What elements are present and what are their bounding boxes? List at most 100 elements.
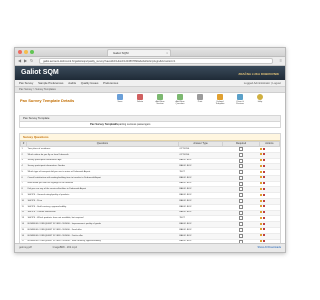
required-checkbox[interactable] <box>238 199 243 204</box>
delete-icon[interactable] <box>263 164 266 167</box>
app-header: Galiot SQM ZRAČNA LUKA DUBROVNIK <box>15 66 285 80</box>
edit-icon[interactable] <box>260 211 263 214</box>
reload-icon[interactable]: ↻ <box>30 58 33 64</box>
edit-icon[interactable] <box>260 199 263 202</box>
required-checkbox[interactable] <box>238 227 243 232</box>
edit-icon[interactable] <box>260 176 263 179</box>
delete-icon[interactable] <box>263 193 266 196</box>
add-question-button[interactable]: Add New Question <box>173 94 187 105</box>
delete-icon[interactable] <box>263 216 266 219</box>
menu-item-preferences[interactable]: Preferences <box>103 80 118 86</box>
required-checkbox[interactable] <box>238 147 243 151</box>
print-button[interactable]: Print <box>193 94 207 103</box>
save-icon <box>117 94 123 100</box>
menu-item-quality-issues[interactable]: Quality Issues <box>81 80 99 86</box>
edit-icon[interactable] <box>260 228 263 231</box>
delete-icon[interactable] <box>263 147 266 150</box>
minimize-window-icon[interactable] <box>24 50 28 54</box>
required-checkbox[interactable] <box>238 222 243 227</box>
back-icon[interactable]: ◀ <box>18 58 21 64</box>
template-name-label: Pax Survey Template: <box>90 123 117 126</box>
edit-icon[interactable] <box>260 147 263 150</box>
delete-icon[interactable] <box>263 205 266 208</box>
download-item[interactable]: getmsg.pdf <box>19 246 32 249</box>
edit-icon[interactable] <box>260 164 263 167</box>
help-button[interactable]: Help <box>253 94 267 103</box>
required-checkbox[interactable] <box>238 170 243 175</box>
edit-icon[interactable] <box>260 187 263 190</box>
tab-strip: Galiot SQM × <box>15 48 285 57</box>
edit-icon[interactable] <box>260 170 263 173</box>
delete-icon[interactable] <box>263 199 266 202</box>
delete-icon[interactable] <box>263 211 266 214</box>
edit-icon[interactable] <box>260 205 263 208</box>
required-checkbox[interactable] <box>238 216 243 221</box>
required-checkbox[interactable] <box>238 158 243 163</box>
browser-tab[interactable]: Galiot SQM × <box>107 49 171 56</box>
menu-icon[interactable]: ≡ <box>280 58 282 64</box>
template-name-value: Departing success passengers <box>115 123 151 126</box>
delete-button[interactable]: Delete <box>133 94 147 103</box>
menu-item-audits[interactable]: Audits <box>68 80 76 86</box>
preview-icon <box>237 94 243 100</box>
delete-icon[interactable] <box>263 240 266 242</box>
required-checkbox[interactable] <box>238 187 243 192</box>
delete-icon[interactable] <box>263 187 266 190</box>
upload-icon <box>217 94 223 100</box>
survey-questions-header: Survey Questions <box>20 134 280 141</box>
help-icon <box>257 94 263 100</box>
organization-name: ZRAČNA LUKA DUBROVNIK <box>238 72 279 76</box>
required-checkbox[interactable] <box>238 152 243 157</box>
edit-icon[interactable] <box>260 222 263 225</box>
close-window-icon[interactable] <box>18 50 22 54</box>
forward-icon[interactable]: ▶ <box>24 58 27 64</box>
save-button[interactable]: Save <box>113 94 127 103</box>
delete-icon[interactable] <box>263 153 266 156</box>
close-tab-icon[interactable]: × <box>166 50 168 56</box>
menu-item-pax-survey[interactable]: Pax Survey <box>19 80 33 86</box>
edit-icon[interactable] <box>260 240 263 242</box>
add-section-button[interactable]: Add New Section <box>153 94 167 105</box>
required-checkbox[interactable] <box>238 210 243 215</box>
required-checkbox[interactable] <box>238 193 243 198</box>
delete-icon[interactable] <box>263 176 266 179</box>
questions-table-body: 1 Your place of residence OPTIONS 2 Which ai… <box>20 146 280 252</box>
delete-icon[interactable] <box>263 228 266 231</box>
menu-item-sample-preferences[interactable]: Sample Preferences <box>38 80 63 86</box>
upload-template-button[interactable]: Upload Template <box>213 94 227 105</box>
edit-icon[interactable] <box>260 159 263 162</box>
download-item[interactable]: ImageBRF...202.mp4 <box>53 246 77 249</box>
add-question-icon <box>177 94 183 100</box>
edit-icon[interactable] <box>260 234 263 237</box>
survey-questions-section: Survey Questions # Questions Answer Type… <box>19 133 281 252</box>
print-icon <box>197 94 203 100</box>
delete-icon[interactable] <box>263 159 266 162</box>
show-all-downloads-link[interactable]: Show All Downloads <box>257 244 281 252</box>
delete-icon[interactable] <box>263 234 266 237</box>
required-checkbox[interactable] <box>238 233 243 238</box>
delete-icon[interactable] <box>263 222 266 225</box>
close-preview-button[interactable]: Close & Preview <box>233 94 247 105</box>
required-checkbox[interactable] <box>238 175 243 180</box>
download-bar: getmsg.pdf ImageBRF...202.mp4 Show All D… <box>15 243 285 252</box>
tab-title: Galiot SQM <box>113 51 129 55</box>
delete-icon[interactable] <box>263 182 266 185</box>
edit-icon[interactable] <box>260 216 263 219</box>
user-links[interactable]: Logged Administrator | Logout <box>244 80 281 86</box>
url-field[interactable]: galiot.accoent-dubrovnik.hr/galiot/sqm/q… <box>39 58 273 64</box>
main-content: Pax Survey Template Details Save Delete … <box>15 93 285 252</box>
maximize-window-icon[interactable] <box>30 50 34 54</box>
edit-icon[interactable] <box>260 182 263 185</box>
template-name-row: Pax Survey Template: Departing success p… <box>20 122 280 127</box>
edit-icon[interactable] <box>260 193 263 196</box>
main-menu: Pax Survey Sample Preferences Audits Qua… <box>15 80 285 87</box>
required-checkbox[interactable] <box>238 164 243 169</box>
add-section-icon <box>157 94 163 100</box>
required-checkbox[interactable] <box>238 204 243 209</box>
browser-window: Galiot SQM × ◀ ▶ ↻ galiot.accoent-dubrov… <box>14 47 286 253</box>
required-checkbox[interactable] <box>238 181 243 186</box>
address-bar: ◀ ▶ ↻ galiot.accoent-dubrovnik.hr/galiot… <box>15 57 285 66</box>
delete-icon[interactable] <box>263 170 266 173</box>
edit-icon[interactable] <box>260 153 263 156</box>
questions-table: # Questions Answer Type Required Actions… <box>19 141 281 252</box>
